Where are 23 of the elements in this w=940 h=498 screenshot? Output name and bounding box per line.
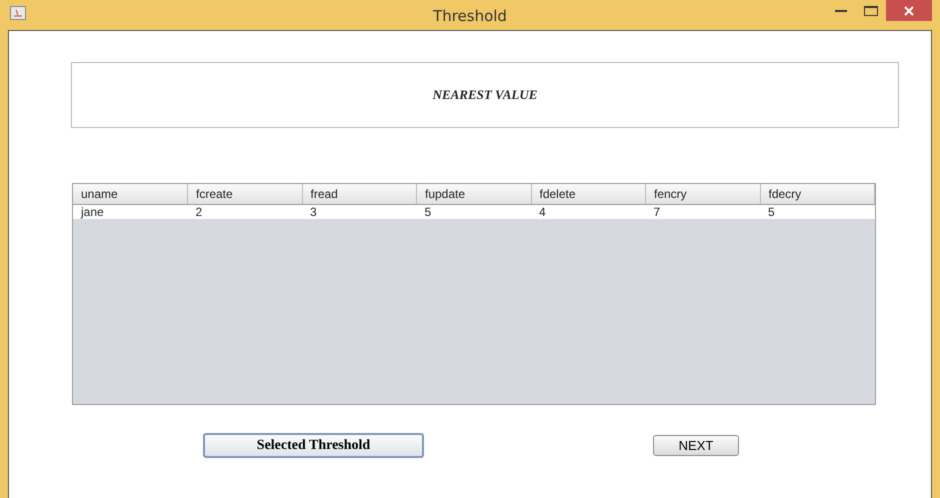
column-header[interactable]: uname [73,184,188,204]
table-cell: 7 [646,204,760,219]
column-header[interactable]: fread [302,184,416,204]
threshold-button[interactable]: Selected Threshold [203,433,424,458]
column-header[interactable]: fupdate [416,184,531,204]
table-cell: 4 [531,204,646,219]
table-cell: 3 [302,204,416,219]
table-cell: jane [73,204,188,219]
column-header[interactable]: fcreate [188,184,302,204]
heading: NEAREST VALUE [432,86,538,104]
column-header[interactable]: fdecry [760,184,874,204]
app-icon[interactable] [10,6,26,20]
table-cell: 5 [760,204,874,219]
next-button[interactable]: NEXT [653,435,739,456]
maximize-icon [864,6,878,16]
close-button[interactable] [886,0,932,21]
table-cell: 5 [416,204,531,219]
minimize-icon [835,9,847,12]
column-header[interactable]: fencry [646,184,760,204]
table-cell: 2 [188,204,302,219]
column-header[interactable]: fdelete [531,184,646,204]
close-icon [904,6,914,16]
window-title: Threshold [432,6,508,27]
